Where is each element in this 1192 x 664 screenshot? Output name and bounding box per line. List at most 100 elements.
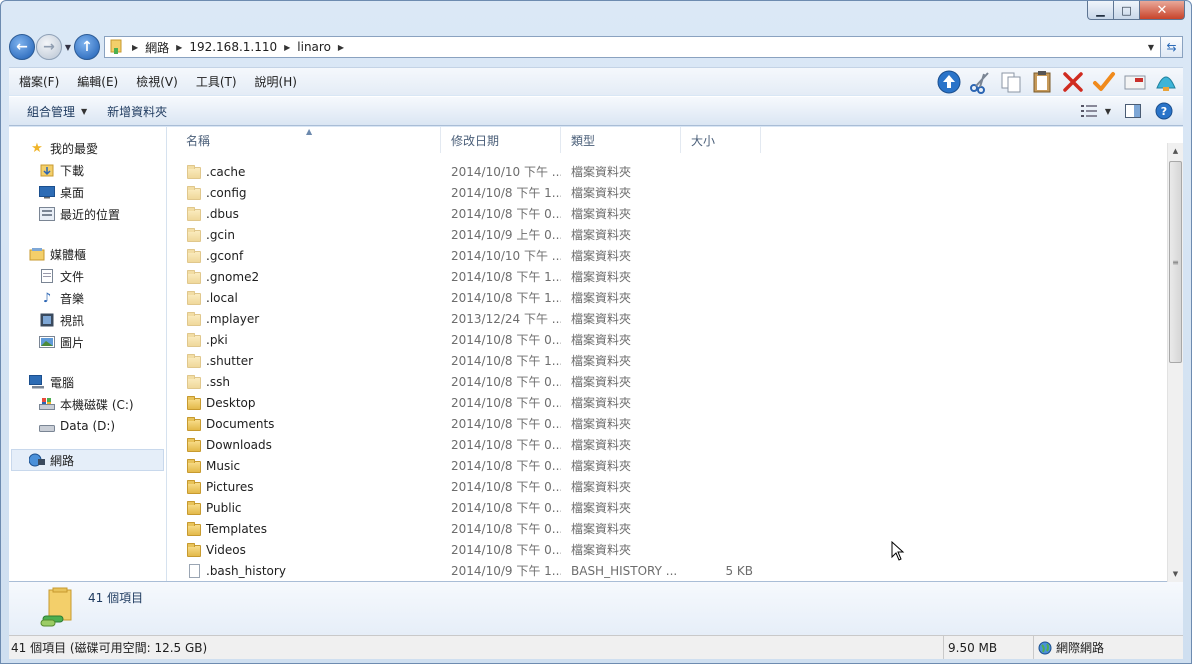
scroll-up-arrow[interactable]: ▲ xyxy=(1168,143,1183,159)
file-row[interactable]: Pictures 2014/10/8 下午 0... 檔案資料夾 xyxy=(168,476,1167,497)
nav-favorites[interactable]: ★ 我的最愛 xyxy=(9,137,166,159)
close-button[interactable]: ✕ xyxy=(1140,1,1185,20)
new-folder-button[interactable]: 新增資料夾 xyxy=(97,103,177,120)
nav-videos[interactable]: 視訊 xyxy=(9,309,166,331)
details-view-icon xyxy=(1080,105,1097,117)
help-icon[interactable]: ? xyxy=(1155,102,1173,120)
details-pane: 41 個項目 xyxy=(9,582,1183,635)
file-row[interactable]: .local 2014/10/8 下午 1... 檔案資料夾 xyxy=(168,287,1167,308)
up-button[interactable]: ↑ xyxy=(74,34,100,60)
file-name-label: .local xyxy=(206,290,238,305)
back-button[interactable]: ← xyxy=(9,34,35,60)
scrollbar-thumb[interactable]: ≡ xyxy=(1169,161,1182,363)
file-date-cell: 2014/10/9 上午 0... xyxy=(451,228,561,242)
file-date-cell: 2014/10/8 下午 1... xyxy=(451,291,561,305)
check-icon[interactable] xyxy=(1091,70,1117,94)
folder-icon xyxy=(186,395,202,410)
breadcrumb-host[interactable]: 192.168.1.110 xyxy=(189,40,277,54)
downloads-folder-icon xyxy=(39,162,55,178)
view-options-button[interactable]: ▼ xyxy=(1080,104,1111,118)
file-row[interactable]: .shutter 2014/10/8 下午 1... 檔案資料夾 xyxy=(168,350,1167,371)
file-row[interactable]: .cache 2014/10/10 下午 ... 檔案資料夾 xyxy=(168,161,1167,182)
minimize-button[interactable]: ▁ xyxy=(1087,1,1114,20)
file-name-label: .bash_history xyxy=(206,563,286,578)
file-name-cell: .gnome2 xyxy=(168,269,441,284)
menu-help[interactable]: 說明(H) xyxy=(246,73,306,90)
paste-icon[interactable] xyxy=(1029,70,1055,94)
nav-downloads[interactable]: 下載 xyxy=(9,159,166,181)
file-date-cell: 2014/10/8 下午 0... xyxy=(451,501,561,515)
preview-pane-icon[interactable] xyxy=(1125,104,1141,118)
folder-icon xyxy=(186,479,202,494)
file-row[interactable]: .config 2014/10/8 下午 1... 檔案資料夾 xyxy=(168,182,1167,203)
breadcrumb-separator-icon[interactable]: ▶ xyxy=(284,43,290,52)
up-arrow-icon[interactable] xyxy=(936,70,962,94)
nav-computer[interactable]: 電腦 xyxy=(9,371,166,393)
file-row[interactable]: Templates 2014/10/8 下午 0... 檔案資料夾 xyxy=(168,518,1167,539)
menu-edit[interactable]: 編輯(E) xyxy=(68,73,127,90)
address-bar[interactable]: ▶ 網路 ▶ 192.168.1.110 ▶ linaro ▶ ▼ xyxy=(104,36,1161,58)
forward-button[interactable]: → xyxy=(36,34,62,60)
organize-button[interactable]: 組合管理 ▼ xyxy=(9,103,97,120)
nav-desktop[interactable]: 桌面 xyxy=(9,181,166,203)
file-name-label: .shutter xyxy=(206,353,254,368)
file-row[interactable]: .pki 2014/10/8 下午 0... 檔案資料夾 xyxy=(168,329,1167,350)
breadcrumb-separator-icon[interactable]: ▶ xyxy=(176,43,182,52)
breadcrumb-separator-icon[interactable]: ▶ xyxy=(132,43,138,52)
copy-icon[interactable] xyxy=(998,70,1024,94)
file-row[interactable]: Desktop 2014/10/8 下午 0... 檔案資料夾 xyxy=(168,392,1167,413)
file-row[interactable]: .gnome2 2014/10/8 下午 1... 檔案資料夾 xyxy=(168,266,1167,287)
file-type-cell: 檔案資料夾 xyxy=(571,543,632,557)
folder-icon xyxy=(186,437,202,452)
shell-icon[interactable] xyxy=(1153,70,1179,94)
file-row[interactable]: .bash_history 2014/10/9 下午 1... BASH_HISTO… xyxy=(168,560,1167,581)
maximize-button[interactable]: □ xyxy=(1114,1,1140,20)
nav-drive-d[interactable]: Data (D:) xyxy=(9,415,166,437)
file-row[interactable]: .gcin 2014/10/9 上午 0... 檔案資料夾 xyxy=(168,224,1167,245)
svg-text:?: ? xyxy=(1161,105,1167,118)
folder-icon xyxy=(186,416,202,431)
nav-recent-places[interactable]: 最近的位置 xyxy=(9,203,166,225)
cut-icon[interactable] xyxy=(967,70,993,94)
file-row[interactable]: Videos 2014/10/8 下午 0... 檔案資料夾 xyxy=(168,539,1167,560)
libraries-icon xyxy=(29,246,45,262)
breadcrumb-folder[interactable]: linaro xyxy=(297,40,331,54)
file-row[interactable]: Documents 2014/10/8 下午 0... 檔案資料夾 xyxy=(168,413,1167,434)
breadcrumb-network[interactable]: 網路 xyxy=(145,39,169,56)
file-icon xyxy=(186,563,202,578)
breadcrumb-separator-icon[interactable]: ▶ xyxy=(338,43,344,52)
address-dropdown[interactable]: ▼ xyxy=(1142,43,1160,52)
vertical-scrollbar[interactable]: ▲ ≡ ▼ xyxy=(1167,143,1183,582)
folder-icon xyxy=(186,374,202,389)
column-size[interactable]: 大小 xyxy=(681,127,761,153)
file-row[interactable]: Downloads 2014/10/8 下午 0... 檔案資料夾 xyxy=(168,434,1167,455)
nav-network[interactable]: 網路 xyxy=(11,449,164,471)
scroll-down-arrow[interactable]: ▼ xyxy=(1168,566,1183,582)
column-date-modified[interactable]: 修改日期 xyxy=(441,127,561,153)
nav-music[interactable]: ♪ 音樂 xyxy=(9,287,166,309)
computer-group: 電腦 本機磁碟 (C:) Data (D:) xyxy=(9,371,166,437)
file-row[interactable]: .ssh 2014/10/8 下午 0... 檔案資料夾 xyxy=(168,371,1167,392)
mail-icon[interactable] xyxy=(1122,70,1148,94)
menu-tools[interactable]: 工具(T) xyxy=(187,73,246,90)
delete-icon[interactable] xyxy=(1060,70,1086,94)
file-row[interactable]: Music 2014/10/8 下午 0... 檔案資料夾 xyxy=(168,455,1167,476)
column-type[interactable]: 類型 xyxy=(561,127,681,153)
recent-pages-dropdown[interactable]: ▼ xyxy=(62,43,74,52)
refresh-button[interactable]: ⇆ xyxy=(1161,36,1183,58)
menu-file[interactable]: 檔案(F) xyxy=(9,73,68,90)
file-name-label: Videos xyxy=(206,542,246,557)
file-row[interactable]: Public 2014/10/8 下午 0... 檔案資料夾 xyxy=(168,497,1167,518)
folder-icon xyxy=(186,353,202,368)
column-name[interactable]: 名稱 xyxy=(168,127,441,153)
file-row[interactable]: .dbus 2014/10/8 下午 0... 檔案資料夾 xyxy=(168,203,1167,224)
nav-drive-c[interactable]: 本機磁碟 (C:) xyxy=(9,393,166,415)
menu-view[interactable]: 檢視(V) xyxy=(127,73,187,90)
nav-pictures[interactable]: 圖片 xyxy=(9,331,166,353)
nav-documents[interactable]: 文件 xyxy=(9,265,166,287)
file-row[interactable]: .gconf 2014/10/10 下午 ... 檔案資料夾 xyxy=(168,245,1167,266)
folder-icon xyxy=(186,206,202,221)
file-row[interactable]: .mplayer 2013/12/24 下午 ... 檔案資料夾 xyxy=(168,308,1167,329)
nav-network-label: 網路 xyxy=(50,453,75,468)
nav-libraries[interactable]: 媒體櫃 xyxy=(9,243,166,265)
